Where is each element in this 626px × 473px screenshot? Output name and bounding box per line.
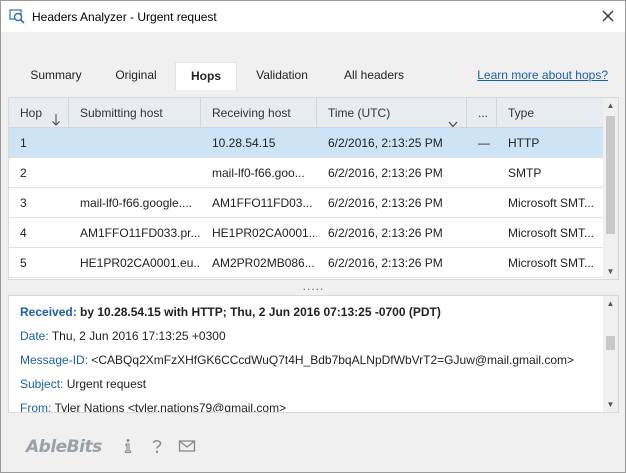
- tab-hops[interactable]: Hops: [175, 62, 237, 90]
- column-hop-label: Hop: [20, 106, 43, 120]
- cell-receiving: AM1FFO11FD03...: [212, 196, 313, 210]
- column-submitting-host[interactable]: Submitting host: [69, 98, 201, 128]
- grid-header: Hop Submitting host Receiving host Time …: [9, 98, 605, 128]
- subject-row: Subject: Urgent request: [20, 377, 146, 391]
- from-label: From:: [20, 401, 52, 413]
- cell-hop: 2: [20, 166, 27, 180]
- cell-submitting: [69, 128, 201, 158]
- headers-analyzer-icon: [9, 8, 25, 24]
- scroll-down-icon[interactable]: ▼: [606, 400, 615, 409]
- tab-all-headers[interactable]: All headers: [327, 62, 421, 90]
- cell-receiving: HE1PR02CA0001...: [212, 226, 317, 240]
- cell-time: 6/2/2016, 2:13:26 PM: [328, 166, 443, 180]
- cell-submitting: mail-lf0-f66.google....: [80, 196, 193, 210]
- mail-icon[interactable]: [178, 437, 196, 455]
- cell-type: Microsoft SMT...: [508, 196, 595, 210]
- cell-hop: 4: [20, 226, 27, 240]
- table-row[interactable]: 3 mail-lf0-f66.google.... AM1FFO11FD03..…: [9, 188, 605, 218]
- cell-receiving: 10.28.54.15: [212, 136, 276, 150]
- from-value: Tyler Nations <tyler.nations79@gmail.com…: [54, 401, 287, 413]
- cell-receiving: mail-lf0-f66.goo...: [212, 166, 305, 180]
- tab-original[interactable]: Original: [97, 62, 175, 90]
- cell-delay: [467, 158, 497, 188]
- cell-type: HTTP: [508, 136, 540, 150]
- scroll-thumb[interactable]: [606, 116, 615, 234]
- help-icon[interactable]: [148, 437, 166, 455]
- column-time[interactable]: Time (UTC): [317, 98, 467, 128]
- date-label: Date:: [20, 329, 49, 343]
- cell-time: 6/2/2016, 2:13:26 PM: [328, 226, 443, 240]
- cell-time: 6/2/2016, 2:13:26 PM: [328, 256, 443, 270]
- cell-type: Microsoft SMT...: [508, 226, 595, 240]
- grid-scrollbar[interactable]: ▲ ▼: [603, 98, 618, 279]
- cell-time: 6/2/2016, 2:13:26 PM: [328, 196, 443, 210]
- column-delay[interactable]: ...: [467, 98, 497, 128]
- close-icon: [602, 10, 614, 22]
- headers-analyzer-window: Headers Analyzer - Urgent request Summar…: [0, 0, 626, 473]
- info-icon[interactable]: [119, 437, 137, 455]
- cell-delay: [467, 218, 497, 248]
- scroll-thumb[interactable]: [606, 336, 615, 350]
- cell-submitting: AM1FFO11FD033.pr...: [80, 226, 201, 240]
- panel-splitter[interactable]: .....: [8, 280, 619, 294]
- column-type[interactable]: Type: [497, 98, 605, 128]
- hops-grid: Hop Submitting host Receiving host Time …: [8, 97, 619, 280]
- grid-rows: 1 10.28.54.15 6/2/2016, 2:13:25 PM — HTT…: [9, 128, 605, 278]
- cell-hop: 5: [20, 256, 27, 270]
- window-title: Headers Analyzer - Urgent request: [32, 10, 217, 24]
- received-row: Received: by 10.28.54.15 with HTTP; Thu,…: [20, 305, 441, 319]
- cell-submitting: [69, 158, 201, 188]
- header-details-panel: Received: by 10.28.54.15 with HTTP; Thu,…: [8, 295, 619, 413]
- scroll-down-icon[interactable]: ▼: [606, 267, 615, 276]
- cell-time: 6/2/2016, 2:13:25 PM: [328, 136, 443, 150]
- title-bar: Headers Analyzer - Urgent request: [1, 1, 625, 32]
- cell-submitting: HE1PR02CA0001.eu...: [80, 256, 201, 270]
- column-hop[interactable]: Hop: [9, 98, 69, 128]
- column-time-label: Time (UTC): [328, 106, 391, 120]
- footer-bar: AbleBits: [1, 421, 625, 471]
- column-receiving-host[interactable]: Receiving host: [201, 98, 317, 128]
- scroll-up-icon[interactable]: ▲: [606, 299, 615, 308]
- received-value: by 10.28.54.15 with HTTP; Thu, 2 Jun 201…: [80, 305, 441, 319]
- cell-delay: [467, 248, 497, 278]
- subject-value: Urgent request: [66, 377, 147, 391]
- message-id-row: Message-ID: <CABQq2XmFzXHfGK6CCcdWuQ7t4H…: [20, 353, 574, 367]
- received-label: Received:: [20, 305, 77, 319]
- cell-delay: —: [478, 136, 490, 150]
- from-row: From: Tyler Nations <tyler.nations79@gma…: [20, 401, 287, 413]
- ablebits-logo: AbleBits: [26, 437, 102, 457]
- date-value: Thu, 2 Jun 2016 17:13:25 +0300: [51, 329, 226, 343]
- message-id-label: Message-ID:: [20, 353, 89, 367]
- cell-delay: [467, 188, 497, 218]
- close-button[interactable]: [597, 5, 619, 27]
- cell-type: SMTP: [508, 166, 542, 180]
- tab-summary[interactable]: Summary: [15, 62, 97, 90]
- cell-receiving: AM2PR02MB086...: [212, 256, 315, 270]
- cell-hop: 3: [20, 196, 27, 210]
- cell-hop: 1: [20, 136, 27, 150]
- message-id-value: <CABQq2XmFzXHfGK6CCcdWuQ7t4H_Bdb7bqALNpD…: [91, 353, 575, 367]
- details-scrollbar[interactable]: ▲ ▼: [603, 296, 618, 412]
- table-row[interactable]: 1 10.28.54.15 6/2/2016, 2:13:25 PM — HTT…: [9, 128, 605, 158]
- tab-bar: Summary Original Hops Validation All hea…: [15, 62, 421, 90]
- subject-label: Subject:: [20, 377, 64, 391]
- table-row[interactable]: 4 AM1FFO11FD033.pr... HE1PR02CA0001... 6…: [9, 218, 605, 248]
- tab-validation[interactable]: Validation: [237, 62, 327, 90]
- cell-type: Microsoft SMT...: [508, 256, 595, 270]
- table-row[interactable]: 2 mail-lf0-f66.goo... 6/2/2016, 2:13:26 …: [9, 158, 605, 188]
- table-row[interactable]: 5 HE1PR02CA0001.eu... AM2PR02MB086... 6/…: [9, 248, 605, 278]
- date-row: Date: Thu, 2 Jun 2016 17:13:25 +0300: [20, 329, 226, 343]
- learn-more-link[interactable]: Learn more about hops?: [477, 68, 608, 82]
- scroll-up-icon[interactable]: ▲: [606, 101, 615, 110]
